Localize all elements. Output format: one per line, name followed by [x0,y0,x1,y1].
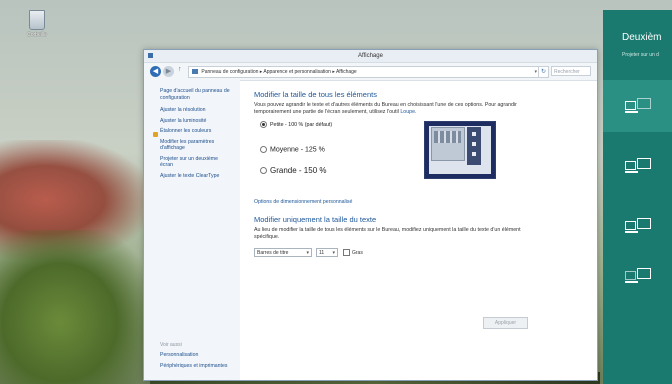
address-bar-row: ◀ ▶ ↑ Panneau de configuration ▸ Apparen… [144,63,597,81]
refresh-button[interactable]: ↻ [538,66,549,78]
radio-medium[interactable] [260,146,267,153]
font-size-value: 11 [319,250,325,256]
sidebar-item-home[interactable]: Page d'accueil du panneau de configurati… [144,80,240,101]
option-medium[interactable]: Moyenne - 125 % [260,146,325,153]
back-button[interactable]: ◀ [150,66,161,77]
apply-button[interactable]: Appliquer [483,317,528,329]
preview-dot [472,142,476,146]
duplicate-icon[interactable] [625,158,651,176]
magnifier-link[interactable]: Loupe. [400,109,416,115]
sidebar-item-cleartype[interactable]: Ajuster le texte ClearType [144,173,240,180]
pc-screen-only-icon[interactable] [625,98,651,116]
option-medium-label: Moyenne - 125 % [270,146,325,154]
radio-small[interactable] [260,121,267,128]
recycle-bin-icon [29,10,45,30]
sidebar-item-resolution[interactable]: Ajuster la résolution [144,107,240,114]
chevron-down-icon: ▾ [332,250,335,256]
chevron-down-icon[interactable]: ▾ [534,67,537,77]
checkbox-box[interactable] [343,249,350,256]
description-all-items: Vous pouvez agrandir le texte et d'autre… [254,102,524,115]
address-path: Panneau de configuration ▸ Apparence et … [201,69,357,75]
recycle-bin-label: Corbeille [27,32,47,38]
project-panel: Deuxièm Projeter sur un d [603,10,672,384]
text-size-controls: Barres de titre ▾ 11 ▾ Gras [254,248,584,260]
shield-icon [153,132,158,137]
option-small[interactable]: Petite - 100 % (par défaut) [260,121,332,128]
preview-icon-grid [434,131,461,143]
font-size-select[interactable]: 11 ▾ [316,248,338,257]
element-select[interactable]: Barres de titre ▾ [254,248,312,257]
heading-all-items: Modifier la taille de tous les éléments [254,90,377,99]
custom-sizing-link[interactable]: Options de dimensionnement personnalisé [254,199,584,205]
display-preview-image [424,121,496,179]
main-content: Modifier la taille de tous les éléments … [254,90,584,260]
chevron-down-icon: ▾ [306,250,309,256]
sidebar-item-display-settings[interactable]: Modifier les paramètres d'affichage [144,139,240,152]
forward-button[interactable]: ▶ [163,66,174,77]
window-title: Affichage [358,53,383,59]
wallpaper-foliage [0,230,150,384]
option-large-label: Grande - 150 % [270,166,327,175]
sidebar-item-calibrate[interactable]: Étalonner les couleurs [144,128,240,135]
address-field[interactable]: Panneau de configuration ▸ Apparence et … [188,66,540,78]
radio-large[interactable] [260,167,267,175]
sidebar-link-devices[interactable]: Périphériques et imprimantes [160,363,227,369]
extend-icon[interactable] [625,218,651,236]
see-also-heading: Voir aussi [160,342,182,348]
recycle-bin[interactable]: Corbeille [20,10,54,38]
option-small-label: Petite - 100 % (par défaut) [270,121,333,128]
option-large[interactable]: Grande - 150 % [260,166,326,175]
search-input[interactable]: Rechercher [551,66,591,76]
title-bar[interactable]: Affichage [144,50,597,63]
sidebar-link-personalization[interactable]: Personnalisation [160,352,198,358]
second-screen-only-icon[interactable] [625,268,651,286]
heading-text-only: Modifier uniquement la taille du texte [254,215,377,224]
control-panel-small-icon [192,69,198,75]
up-arrow-icon[interactable]: ↑ [178,66,182,73]
sidebar: Page d'accueil du panneau de configurati… [144,80,240,380]
control-panel-icon [148,53,153,58]
sidebar-item-project[interactable]: Projeter sur un deuxième écran [144,156,240,169]
preview-dot [472,152,476,156]
element-select-value: Barres de titre [257,250,289,256]
description-text-only: Au lieu de modifier la taille de tous le… [254,227,521,240]
size-options: Petite - 100 % (par défaut) Moyenne - 12… [254,121,584,193]
preview-dot [472,132,476,136]
bold-label: Gras [352,249,363,256]
sidebar-item-brightness[interactable]: Ajuster la luminosité [144,118,240,125]
panel-subtitle: Projeter sur un d [622,52,659,58]
bold-checkbox[interactable]: Gras [343,249,363,256]
display-window: Affichage ◀ ▶ ↑ Panneau de configuration… [143,49,598,381]
description-text: Vous pouvez agrandir le texte et d'autre… [254,102,517,115]
panel-title: Deuxièm [622,32,662,43]
